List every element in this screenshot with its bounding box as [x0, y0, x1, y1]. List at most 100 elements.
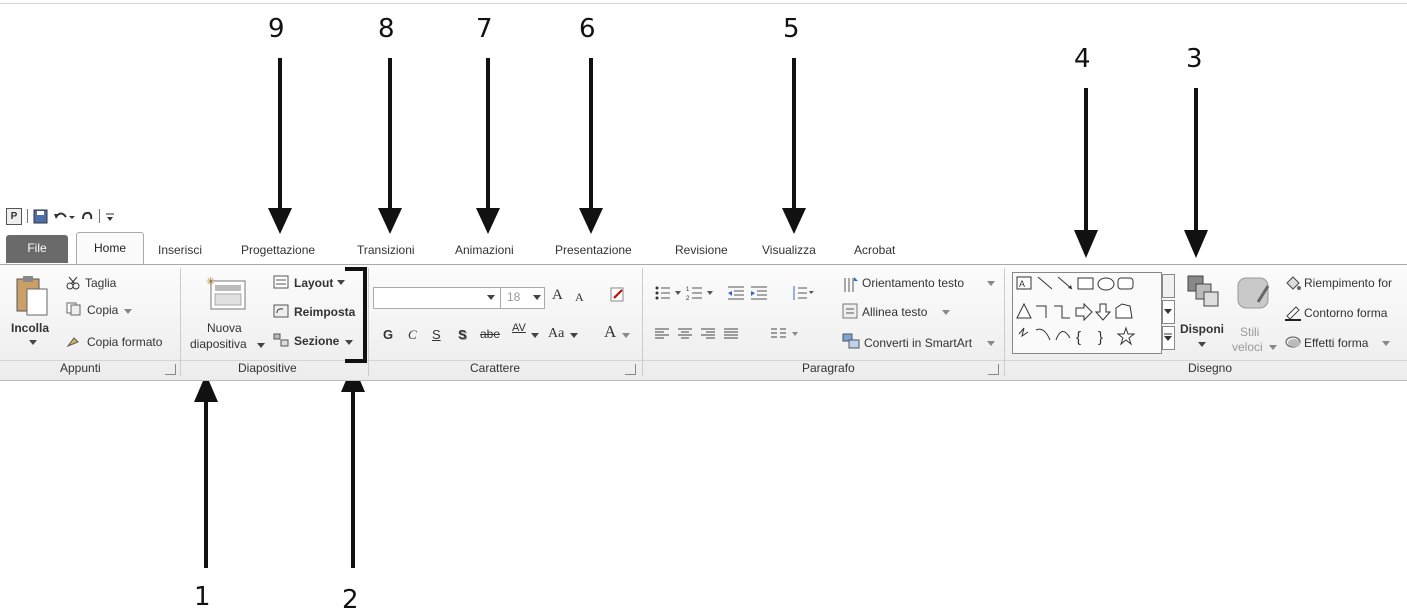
character-spacing-button[interactable]: AV: [512, 322, 526, 334]
cut-button[interactable]: Taglia: [85, 276, 116, 290]
strikethrough-button[interactable]: abe: [480, 327, 500, 341]
grow-font-button[interactable]: A: [552, 287, 563, 304]
align-right-icon[interactable]: [700, 327, 716, 341]
arrange-icon[interactable]: [1186, 274, 1220, 312]
shape-outline-button[interactable]: Contorno forma: [1304, 306, 1387, 320]
dialog-launcher-appunti-icon[interactable]: [165, 364, 176, 375]
new-slide-icon[interactable]: ✳: [205, 275, 247, 311]
paste-button[interactable]: Incolla: [11, 321, 49, 335]
columns-icon[interactable]: [770, 327, 800, 341]
shrink-font-button[interactable]: A: [575, 290, 584, 305]
shape-effects-button[interactable]: Effetti forma: [1304, 336, 1368, 350]
change-case-dropdown-icon[interactable]: [570, 331, 578, 339]
undo-icon[interactable]: [53, 209, 75, 224]
new-slide-dropdown-icon[interactable]: [257, 341, 265, 349]
font-color-dropdown-icon[interactable]: [622, 331, 630, 339]
tab-progettazione[interactable]: Progettazione: [241, 243, 315, 257]
reset-icon[interactable]: [273, 304, 289, 318]
text-direction-button[interactable]: Orientamento testo: [862, 276, 964, 290]
shape-fill-button[interactable]: Riempimento for: [1304, 276, 1392, 290]
cut-icon[interactable]: [66, 276, 80, 290]
group-separator: [1004, 268, 1005, 376]
powerpoint-icon[interactable]: P: [6, 207, 22, 225]
convert-smartart-dropdown-icon[interactable]: [987, 339, 995, 347]
quick-styles-icon[interactable]: [1236, 276, 1272, 312]
convert-smartart-button[interactable]: Converti in SmartArt: [864, 336, 972, 350]
new-slide-button[interactable]: diapositiva: [190, 337, 247, 351]
layout-icon[interactable]: [273, 275, 289, 289]
section-icon[interactable]: [273, 333, 289, 347]
arrow-icon-5: [782, 58, 806, 234]
tab-inserisci[interactable]: Inserisci: [158, 243, 202, 257]
shadow-button[interactable]: S: [458, 327, 467, 342]
font-size-dropdown-icon[interactable]: [533, 293, 541, 301]
character-spacing-dropdown-icon[interactable]: [531, 331, 539, 339]
underline-button[interactable]: S: [432, 327, 441, 342]
bullets-icon[interactable]: [654, 285, 682, 301]
tab-home[interactable]: Home: [76, 232, 144, 265]
svg-text:A: A: [1019, 279, 1025, 289]
align-text-button[interactable]: Allinea testo: [862, 305, 927, 319]
justify-icon[interactable]: [723, 327, 739, 341]
numbering-icon[interactable]: 12: [686, 285, 714, 301]
align-left-icon[interactable]: [654, 327, 670, 341]
paste-dropdown-icon[interactable]: [29, 338, 37, 346]
quick-styles-dropdown-icon[interactable]: [1269, 343, 1277, 351]
shape-gallery-items-icon[interactable]: A { }: [1014, 274, 1158, 350]
tab-animazioni[interactable]: Animazioni: [455, 243, 514, 257]
tab-presentazione[interactable]: Presentazione: [555, 243, 632, 257]
gallery-more-arrow-icon[interactable]: [1164, 332, 1172, 342]
new-slide-label[interactable]: Nuova: [207, 321, 242, 335]
copy-dropdown-icon[interactable]: [124, 307, 132, 315]
tab-file[interactable]: File: [6, 235, 68, 263]
paste-icon[interactable]: [15, 275, 49, 319]
save-icon[interactable]: [33, 209, 48, 224]
arrow-icon-4: [1074, 88, 1098, 258]
bold-button[interactable]: G: [383, 327, 393, 342]
shape-fill-icon[interactable]: [1284, 275, 1302, 291]
copy-icon[interactable]: [66, 302, 82, 316]
tab-revisione[interactable]: Revisione: [675, 243, 728, 257]
dialog-launcher-paragrafo-icon[interactable]: [988, 364, 999, 375]
shape-outline-icon[interactable]: [1284, 305, 1302, 321]
decrease-indent-icon[interactable]: [727, 285, 745, 301]
dialog-launcher-carattere-icon[interactable]: [625, 364, 636, 375]
tab-visualizza[interactable]: Visualizza: [762, 243, 816, 257]
align-center-icon[interactable]: [677, 327, 693, 341]
increase-indent-icon[interactable]: [750, 285, 768, 301]
shape-effects-icon[interactable]: [1284, 335, 1302, 349]
format-painter-button[interactable]: Copia formato: [87, 335, 162, 349]
align-text-dropdown-icon[interactable]: [942, 308, 950, 316]
italic-button[interactable]: C: [408, 327, 417, 343]
gallery-scroll-down-arrow-icon[interactable]: [1164, 307, 1172, 315]
convert-smartart-icon[interactable]: [842, 333, 860, 349]
font-name-combo[interactable]: [373, 287, 501, 309]
arrange-dropdown-icon[interactable]: [1198, 340, 1206, 348]
quick-styles-label[interactable]: Stili: [1240, 325, 1259, 339]
customize-qat-icon[interactable]: [105, 209, 115, 224]
quick-styles-button[interactable]: veloci: [1232, 340, 1263, 354]
tab-transizioni[interactable]: Transizioni: [357, 243, 415, 257]
format-painter-icon[interactable]: [66, 334, 82, 348]
align-text-icon[interactable]: [842, 303, 858, 319]
text-direction-dropdown-icon[interactable]: [987, 279, 995, 287]
arrow-icon-7: [476, 58, 500, 234]
copy-button[interactable]: Copia: [87, 303, 118, 317]
section-button[interactable]: Sezione: [294, 334, 339, 348]
text-direction-icon[interactable]: [842, 276, 858, 294]
gallery-scroll-up-icon[interactable]: [1162, 274, 1175, 298]
line-spacing-icon[interactable]: [790, 285, 814, 301]
group-label-carattere: Carattere: [470, 361, 521, 375]
layout-button[interactable]: Layout: [294, 276, 333, 290]
change-case-button[interactable]: Aa: [548, 326, 564, 342]
tab-acrobat[interactable]: Acrobat: [854, 243, 895, 257]
font-color-button[interactable]: A: [604, 322, 616, 342]
shape-effects-dropdown-icon[interactable]: [1382, 339, 1390, 347]
font-name-dropdown-icon[interactable]: [487, 293, 495, 301]
arrange-button[interactable]: Disponi: [1180, 322, 1224, 336]
qat-separator: [27, 209, 28, 223]
callout-1: 1: [194, 582, 211, 612]
layout-dropdown-icon[interactable]: [337, 278, 345, 286]
redo-icon[interactable]: [80, 209, 94, 224]
clear-formatting-icon[interactable]: [608, 285, 628, 305]
